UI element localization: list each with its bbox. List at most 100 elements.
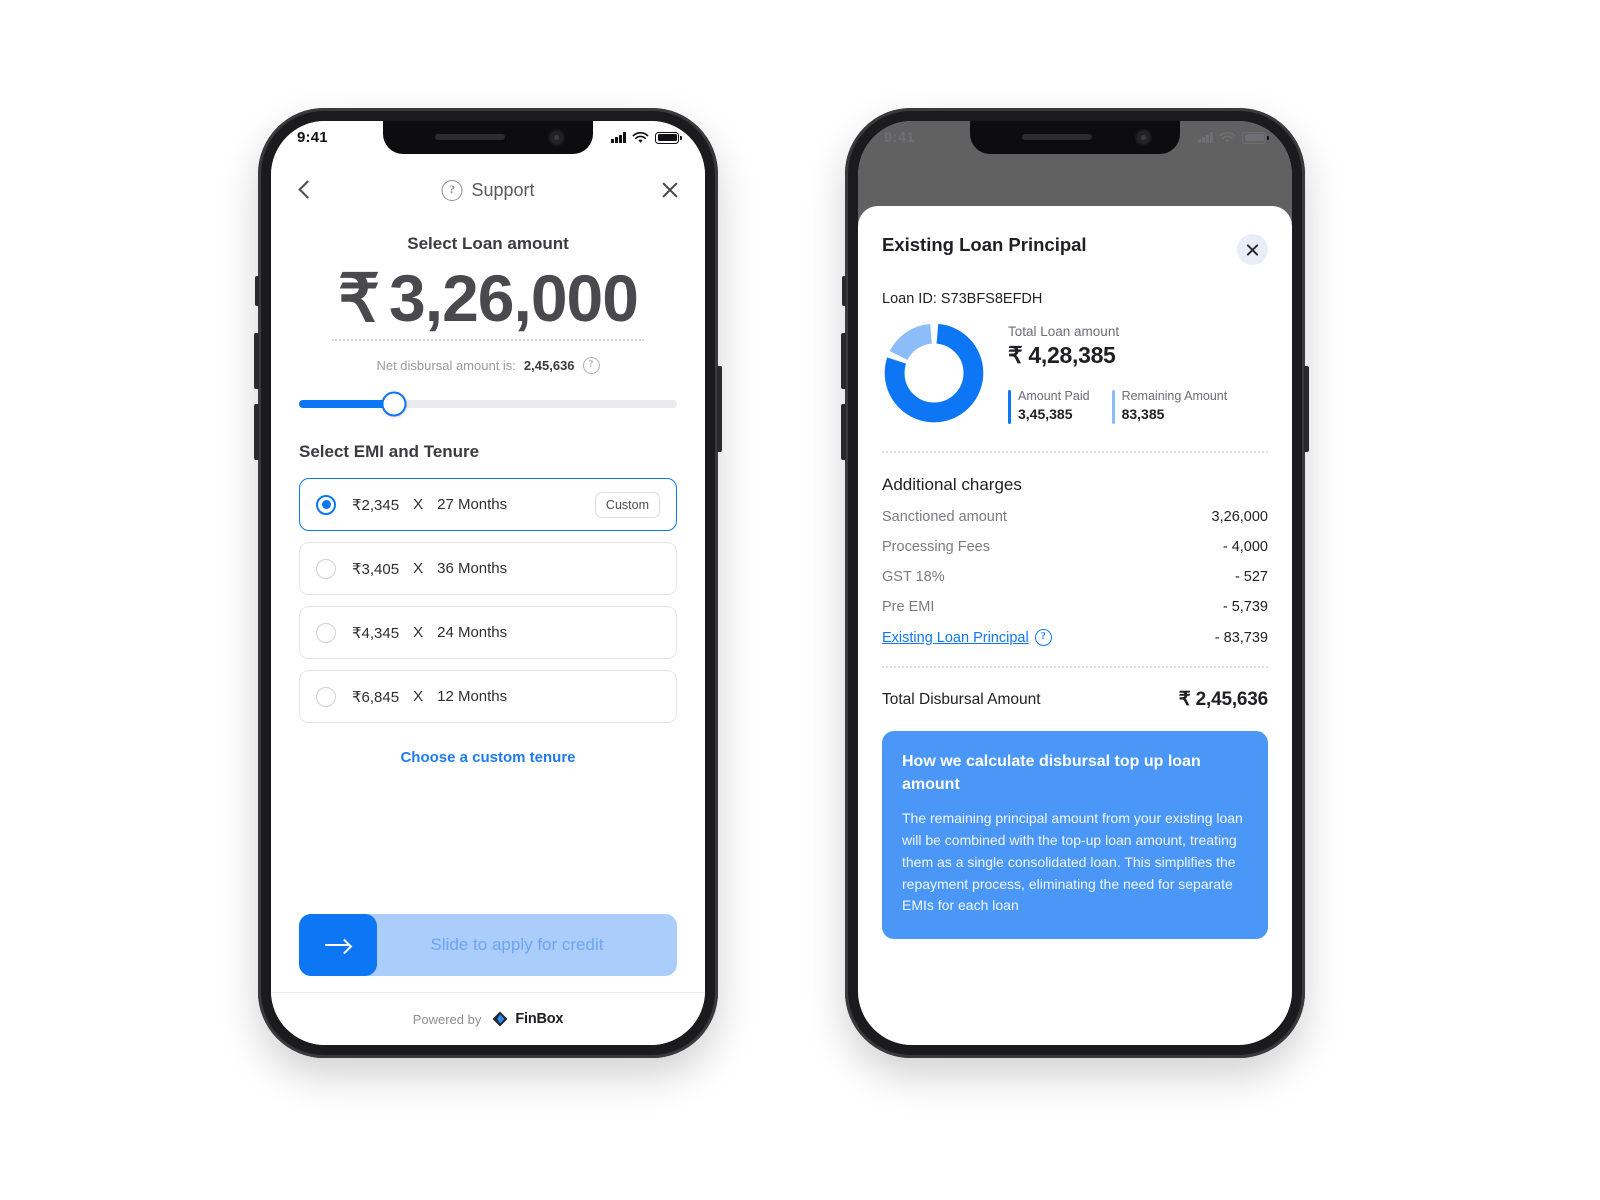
silence-switch[interactable] [842,276,846,306]
charge-label: Processing Fees [882,539,990,555]
question-circle-icon[interactable]: ? [1034,629,1052,646]
divider [882,666,1268,668]
emi-multiplier: X [413,560,424,577]
status-time: 9:41 [297,129,328,146]
slider-handle[interactable] [381,391,406,417]
slide-to-apply-button[interactable]: Slide to apply for credit [299,914,677,976]
loan-id: Loan ID: S73BFS8EFDH [882,291,1043,307]
phone-device-left: 9:41 ? Support Select Loan amount ₹ 3,26… [254,108,722,1058]
charge-value: - 4,000 [1222,539,1268,555]
info-card-body: The remaining principal amount from your… [902,810,1243,914]
back-button[interactable] [295,180,315,200]
finbox-name: FinBox [515,1011,564,1027]
loan-amount-value: ₹3,26,000 [332,260,644,341]
donut-legend: Amount Paid 3,45,385 Remaining Amount 83… [1008,389,1268,424]
close-button[interactable] [659,179,681,201]
volume-down-button[interactable] [254,404,259,460]
notch [383,121,593,154]
finbox-logo: FinBox [491,1010,563,1028]
support-label: Support [471,179,535,200]
charge-label-link[interactable]: Existing Loan Principal ? [882,629,1052,646]
legend-label: Amount Paid [1018,389,1090,403]
rupee-symbol: ₹ [338,261,380,335]
radio-button[interactable] [316,494,336,515]
net-disbursal-label: Net disbursal amount is: [376,358,516,373]
phone-device-right: 9:41 Existing Loan Principal Loan ID: S7… [841,108,1309,1058]
emi-amount: ₹3,405 [352,560,400,578]
emi-multiplier: X [413,624,424,641]
charge-label: GST 18% [882,569,945,585]
total-disbursal-value: ₹ 2,45,636 [1178,689,1269,710]
choose-custom-tenure-link[interactable]: Choose a custom tenure [271,723,705,766]
earpiece-speaker [1022,134,1092,140]
phone-screen-left: 9:41 ? Support Select Loan amount ₹ 3,26… [271,121,705,1045]
charge-row: Processing Fees - 4,000 [882,539,1268,555]
battery-icon [1242,131,1269,144]
emi-tenure: 36 Months [437,560,508,577]
custom-badge[interactable]: Custom [594,491,660,518]
sheet-header: Existing Loan Principal [882,234,1268,265]
legend-value: 83,385 [1121,406,1165,422]
cellular-signal-icon [1198,132,1213,143]
legend-value: 3,45,385 [1018,406,1073,422]
question-circle-icon: ? [441,179,463,201]
total-disbursal-label: Total Disbursal Amount [882,690,1041,708]
volume-up-button[interactable] [841,333,846,389]
charge-value: 3,26,000 [1211,509,1268,525]
charge-label: Existing Loan Principal [882,629,1029,646]
emi-option-text: ₹4,345 X 24 Months [352,624,507,642]
emi-option-row[interactable]: ₹3,405 X 36 Months [299,542,677,595]
radio-button[interactable] [316,622,336,643]
emi-amount: ₹6,845 [352,688,400,706]
slide-to-apply-wrap: Slide to apply for credit [271,914,705,976]
emi-multiplier: X [413,688,424,705]
screenshot-canvas: 9:41 ? Support Select Loan amount ₹ 3,26… [0,0,1600,1200]
net-disbursal-help-icon[interactable]: ? [582,357,600,374]
silence-switch[interactable] [255,276,259,306]
volume-down-button[interactable] [841,404,846,460]
power-button[interactable] [1304,366,1309,452]
total-loan-label: Total Loan amount [1008,324,1120,339]
loan-summary: Total Loan amount ₹ 4,28,385 Amount Paid… [882,321,1268,425]
support-button[interactable]: ? Support [441,179,535,201]
slide-to-apply-label: Slide to apply for credit [430,935,604,954]
additional-charges-title: Additional charges [882,475,1022,494]
charge-row: GST 18% - 527 [882,569,1268,585]
emi-option-row[interactable]: ₹6,845 X 12 Months [299,670,677,723]
wifi-icon [1219,131,1236,143]
arrow-right-icon [325,938,351,952]
loan-amount-slider[interactable] [299,391,677,417]
legend-amount-paid: Amount Paid 3,45,385 [1008,389,1090,424]
radio-button[interactable] [316,686,336,707]
emi-section-title: Select EMI and Tenure [299,442,480,461]
net-disbursal-line: Net disbursal amount is: 2,45,636 ? [271,357,705,374]
front-camera-icon [1137,131,1150,144]
emi-amount: ₹4,345 [352,624,400,642]
wifi-icon [632,131,649,143]
phone-screen-right: 9:41 Existing Loan Principal Loan ID: S7… [858,121,1292,1045]
power-button[interactable] [717,366,722,452]
emi-option-row[interactable]: ₹2,345 X 27 Months Custom [299,478,677,531]
loan-amount-slider-wrap [271,374,705,417]
emi-tenure: 24 Months [437,624,508,641]
charge-row-existing-loan-principal[interactable]: Existing Loan Principal ? - 83,739 [882,629,1268,646]
battery-icon [655,131,682,144]
charge-row: Pre EMI - 5,739 [882,599,1268,615]
cellular-signal-icon [611,132,626,143]
emi-amount: ₹2,345 [352,496,400,514]
close-button[interactable] [1237,234,1268,265]
emi-option-text: ₹3,405 X 36 Months [352,560,507,578]
charge-label: Pre EMI [882,599,935,615]
emi-option-row[interactable]: ₹4,345 X 24 Months [299,606,677,659]
loan-donut-chart [884,323,984,423]
emi-option-text: ₹6,845 X 12 Months [352,688,507,706]
loan-amount-number: 3,26,000 [389,261,639,335]
emi-tenure: 12 Months [437,688,508,705]
charge-value: - 5,739 [1222,599,1268,615]
volume-up-button[interactable] [254,333,259,389]
loan-totals: Total Loan amount ₹ 4,28,385 Amount Paid… [1008,324,1268,424]
emi-multiplier: X [413,496,424,513]
radio-button[interactable] [316,558,336,579]
info-card-title: How we calculate disbursal top up loan a… [902,753,1201,793]
charge-value: - 83,739 [1214,629,1268,646]
